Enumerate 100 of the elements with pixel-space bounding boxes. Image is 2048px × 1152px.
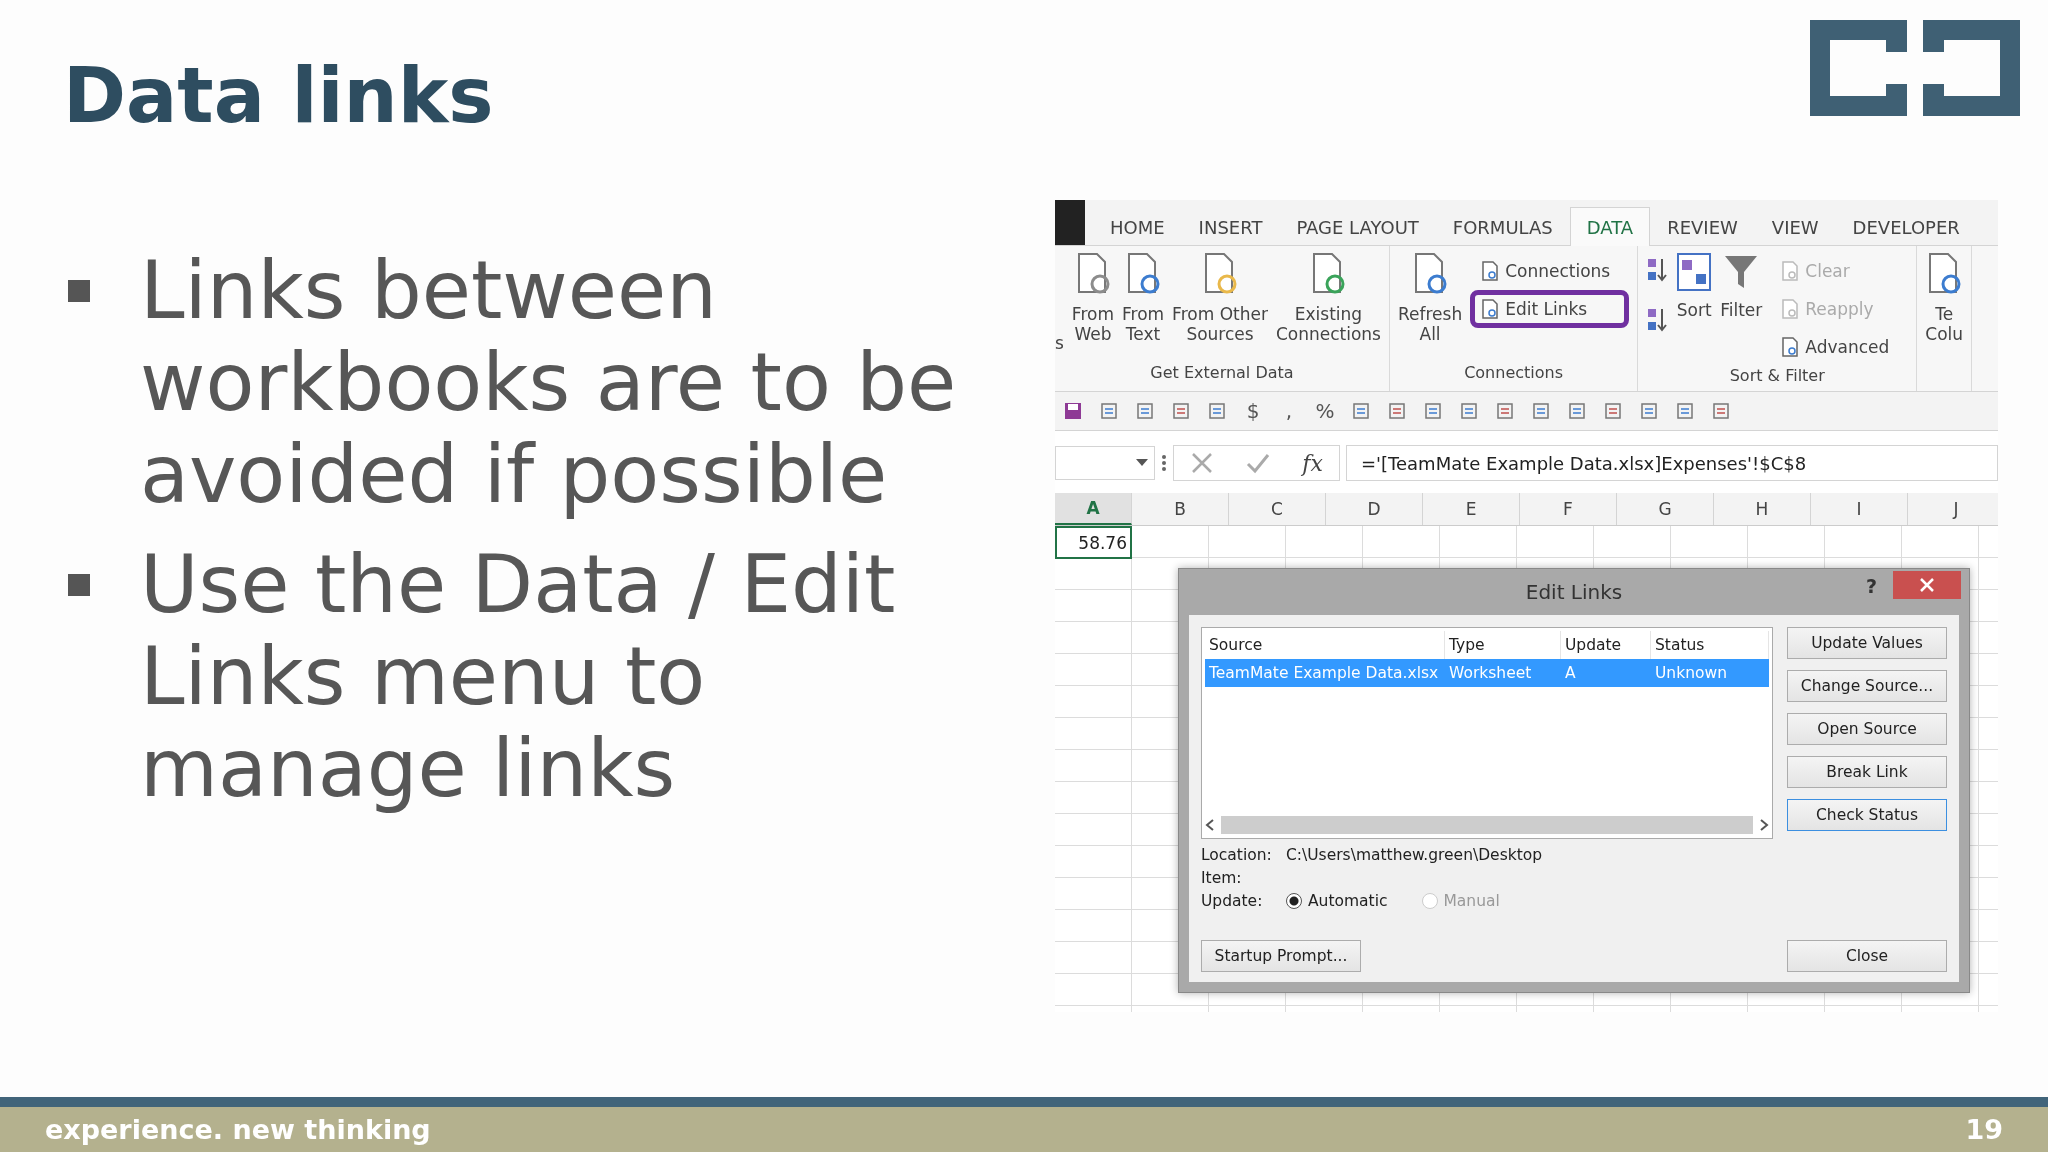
toolbar-icon[interactable] — [1351, 401, 1371, 421]
toolbar-button[interactable]: , — [1279, 399, 1299, 423]
table-cell[interactable]: 58.76 — [1055, 526, 1132, 559]
ribbon-tab[interactable]: INSERT — [1181, 207, 1280, 246]
dialog-button[interactable]: Check Status — [1787, 799, 1947, 831]
sort-icon — [1676, 252, 1713, 292]
footer-tagline: experience. new thinking — [45, 1114, 431, 1145]
column-header[interactable]: A — [1055, 493, 1132, 525]
ribbon-button[interactable]: Filter — [1720, 252, 1763, 366]
toolbar-icon[interactable] — [1459, 401, 1479, 421]
toolbar-button[interactable]: % — [1315, 399, 1335, 423]
update-label: Update: — [1201, 891, 1264, 910]
ribbon-button[interactable]: From Other Sources — [1172, 252, 1268, 363]
toolbar-icon[interactable] — [1063, 401, 1083, 421]
column-header[interactable]: H — [1714, 493, 1811, 525]
document-icon — [1075, 252, 1110, 296]
bullet-text: Use the Data / Edit Links menu to manage links — [140, 539, 897, 815]
help-button[interactable]: ? — [1865, 575, 1877, 597]
column-header[interactable]: E — [1423, 493, 1520, 525]
ribbon-button[interactable]: Refresh All — [1397, 252, 1463, 363]
column-header[interactable]: F — [1520, 493, 1617, 525]
group-label: Sort & Filter — [1728, 366, 1826, 387]
ribbon-label[interactable]: s — [1055, 333, 1064, 353]
ribbon-tab[interactable]: PAGE LAYOUT — [1279, 207, 1436, 246]
dialog-button[interactable]: Open Source — [1787, 713, 1947, 745]
toolbar-icon[interactable] — [1207, 401, 1227, 421]
toolbar-icon[interactable] — [1099, 401, 1119, 421]
toolbar-button[interactable]: $ — [1243, 399, 1263, 423]
ribbon-tab[interactable]: REVIEW — [1650, 207, 1755, 246]
link-icon — [1481, 261, 1500, 281]
radio-icon[interactable] — [1286, 892, 1302, 909]
column-header[interactable]: I — [1811, 493, 1908, 525]
startup-prompt-button[interactable]: Startup Prompt... — [1201, 940, 1361, 972]
document-icon — [1126, 252, 1161, 296]
ribbon-tab[interactable]: HOME — [1093, 207, 1182, 246]
ribbon-tab[interactable]: DEVELOPER — [1835, 207, 1977, 246]
close-icon — [1920, 578, 1934, 592]
column-header[interactable]: J — [1908, 493, 1998, 525]
toolbar-icon[interactable] — [1495, 401, 1515, 421]
toolbar-icon[interactable] — [1639, 401, 1659, 421]
document-icon — [1203, 252, 1237, 296]
more-icon[interactable] — [1161, 453, 1167, 473]
cancel-icon[interactable] — [1190, 451, 1215, 475]
location-value: C:\Users\matthew.green\Desktop — [1286, 845, 1543, 864]
logo-icon — [1810, 20, 2020, 116]
group-label: Connections — [1463, 363, 1564, 384]
page-number: 19 — [1965, 1114, 2003, 1145]
ribbon-button[interactable]: Advanced — [1770, 328, 1909, 366]
toolbar-icon[interactable] — [1423, 401, 1443, 421]
radio-option[interactable]: Automatic — [1286, 891, 1388, 910]
toolbar-icon[interactable] — [1567, 401, 1587, 421]
ribbon-tab[interactable]: FORMULAS — [1435, 207, 1570, 246]
ribbon-button[interactable]: Sort — [1676, 252, 1713, 366]
column-header[interactable]: B — [1132, 493, 1229, 525]
slide-title: Data links — [63, 58, 494, 134]
sort-icon[interactable] — [1646, 256, 1669, 284]
dialog-button[interactable]: Break Link — [1787, 756, 1947, 788]
scrollbar-thumb[interactable] — [1221, 816, 1753, 834]
toolbar-icon[interactable] — [1603, 401, 1623, 421]
bullet-icon — [68, 280, 90, 302]
bullet-icon — [68, 574, 90, 596]
ribbon-button[interactable]: Edit Links — [1470, 290, 1630, 328]
ribbon-button[interactable]: Existing Connections — [1275, 252, 1381, 363]
ribbon-button[interactable]: Te Colu — [1925, 252, 1964, 363]
ribbon-button[interactable]: From Text — [1122, 252, 1165, 363]
close-dialog-button[interactable]: Close — [1787, 940, 1947, 972]
link-icon — [1781, 337, 1800, 357]
formula-field[interactable]: ='[TeamMate Example Data.xlsx]Expenses'!$C$8 — [1346, 445, 1998, 481]
dialog-button[interactable]: Update Values — [1787, 627, 1947, 659]
link-icon — [1481, 299, 1500, 319]
document-icon — [1413, 252, 1448, 296]
sort-icon[interactable] — [1646, 306, 1669, 334]
ribbon-tab[interactable]: VIEW — [1754, 207, 1836, 246]
ribbon-button[interactable]: Connections — [1470, 252, 1630, 290]
column-header[interactable]: G — [1617, 493, 1714, 525]
scroll-right-icon[interactable] — [1759, 819, 1769, 831]
toolbar-icon[interactable] — [1171, 401, 1191, 421]
ribbon-button[interactable]: From Web — [1071, 252, 1114, 363]
document-icon — [1927, 252, 1962, 296]
link-icon — [1781, 261, 1800, 281]
link-icon — [1781, 299, 1800, 319]
toolbar-icon[interactable] — [1531, 401, 1551, 421]
check-icon[interactable] — [1246, 451, 1271, 475]
toolbar-icon[interactable] — [1387, 401, 1407, 421]
toolbar-icon[interactable] — [1675, 401, 1695, 421]
group-label: Get External Data — [1149, 363, 1295, 384]
caret-icon — [1136, 459, 1148, 467]
close-button[interactable] — [1893, 571, 1961, 599]
bullet-text: Links between workbooks are to be avoided if possible — [140, 245, 958, 521]
function-button[interactable]: fx — [1302, 450, 1323, 476]
column-header[interactable]: D — [1326, 493, 1423, 525]
item-label: Item: — [1201, 868, 1243, 887]
dialog-button[interactable]: Change Source... — [1787, 670, 1947, 702]
toolbar-icon[interactable] — [1135, 401, 1155, 421]
name-box[interactable] — [1055, 446, 1155, 480]
column-header[interactable]: C — [1229, 493, 1326, 525]
scroll-left-icon[interactable] — [1205, 819, 1215, 831]
toolbar-icon[interactable] — [1711, 401, 1731, 421]
dialog-title: Edit Links — [1525, 580, 1623, 604]
ribbon-tab[interactable]: DATA — [1569, 207, 1651, 246]
